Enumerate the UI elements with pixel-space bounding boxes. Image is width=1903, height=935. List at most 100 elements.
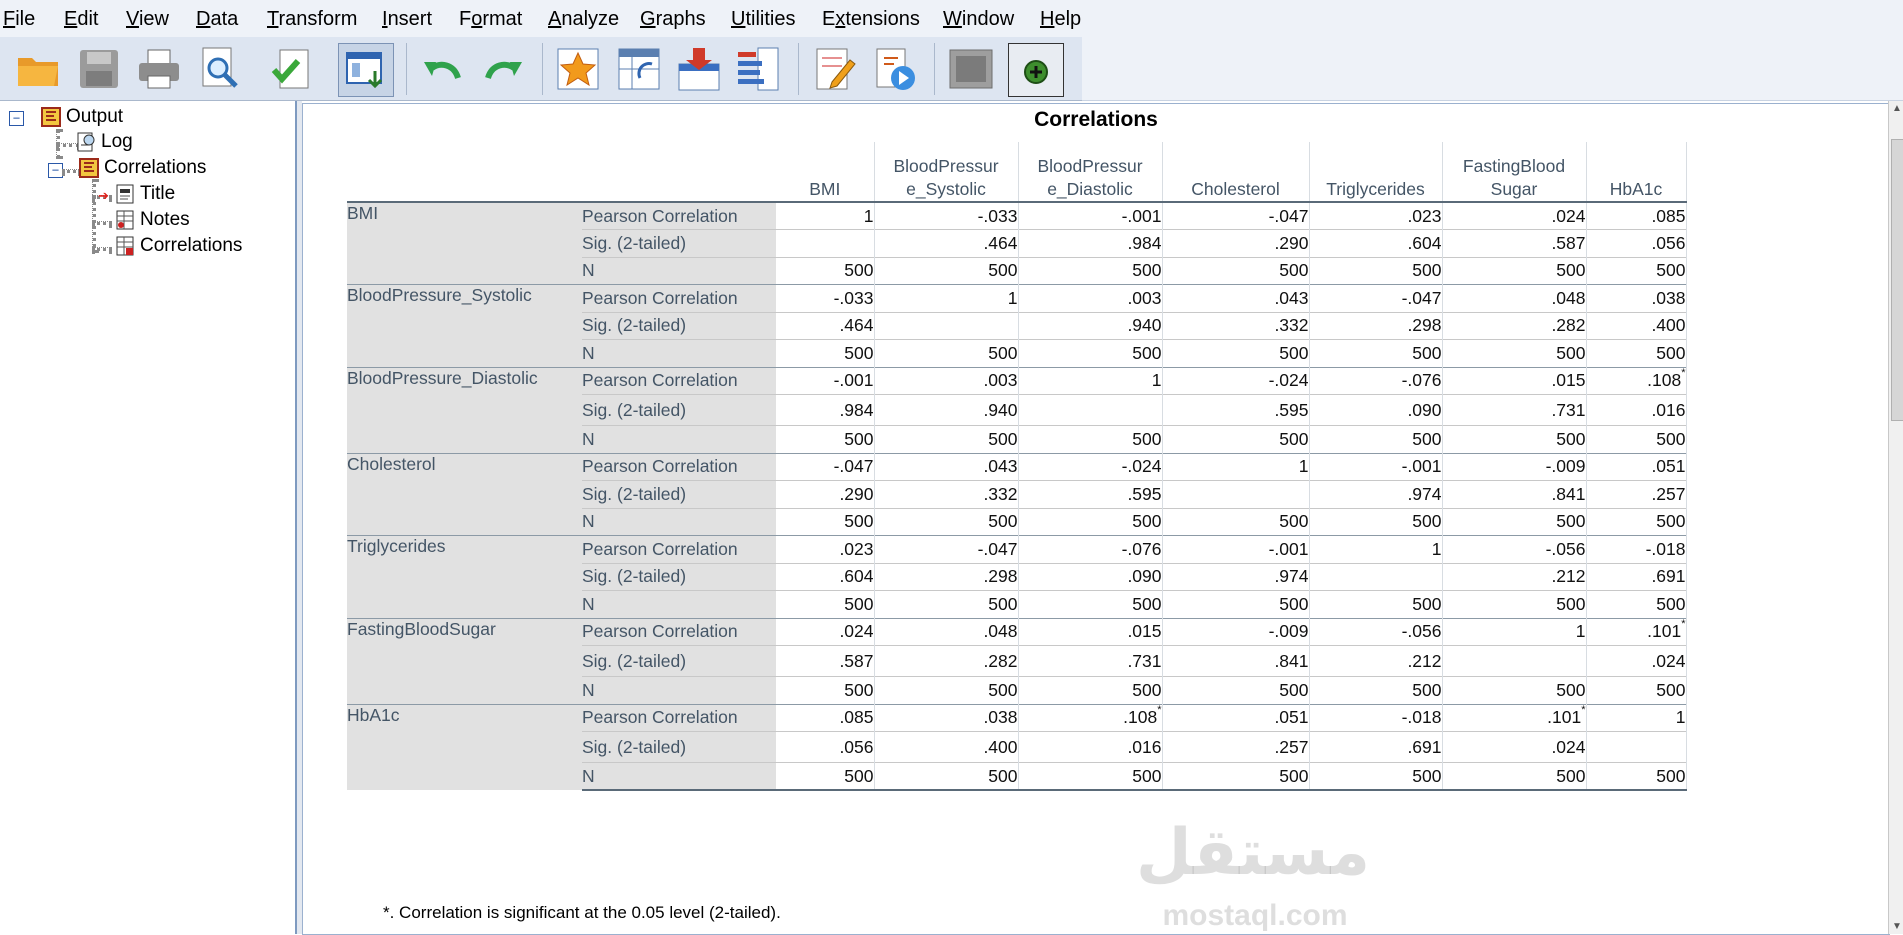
row-statistic-label[interactable]: Sig. (2-tailed): [582, 731, 776, 763]
table-cell[interactable]: 500: [1162, 676, 1310, 704]
table-cell[interactable]: 500: [874, 339, 1019, 367]
tree-node-notes[interactable]: Notes: [114, 209, 190, 231]
table-cell[interactable]: .587: [1442, 229, 1587, 257]
table-cell[interactable]: .056: [776, 731, 875, 763]
table-cell[interactable]: .691: [1309, 731, 1443, 763]
row-statistic-label[interactable]: N: [582, 256, 776, 285]
table-cell[interactable]: 500: [1162, 762, 1310, 791]
scroll-up-arrow-icon[interactable]: ▲: [1892, 103, 1902, 114]
collapse-correlations-toggle[interactable]: −: [48, 163, 63, 178]
table-cell[interactable]: 500: [776, 590, 875, 618]
undo-icon[interactable]: [416, 43, 470, 95]
row-statistic-label[interactable]: N: [582, 507, 776, 536]
menu-format[interactable]: Format: [459, 8, 522, 31]
run-script-icon[interactable]: [868, 43, 922, 95]
select-cases-icon[interactable]: [732, 43, 786, 95]
table-cell[interactable]: 500: [776, 507, 875, 536]
table-cell[interactable]: 500: [874, 507, 1019, 536]
print-icon[interactable]: [132, 43, 186, 95]
table-cell[interactable]: .048: [1442, 284, 1587, 312]
table-cell[interactable]: .257: [1162, 731, 1310, 763]
output-content-pane[interactable]: Correlations BMI BloodPressur e_Systolic Bl…: [302, 103, 1890, 935]
table-cell[interactable]: .974: [1162, 562, 1310, 591]
table-cell[interactable]: 1: [874, 284, 1019, 312]
menu-transform[interactable]: Transform: [267, 8, 357, 31]
row-variable-label[interactable]: Triglycerides: [347, 535, 582, 618]
table-cell[interactable]: .587: [776, 645, 875, 677]
table-cell[interactable]: .024: [1586, 645, 1687, 677]
export-icon[interactable]: [266, 43, 320, 95]
table-cell[interactable]: .298: [1309, 311, 1443, 340]
table-cell[interactable]: .984: [776, 394, 875, 426]
menu-utilities[interactable]: Utilities: [731, 8, 795, 31]
table-cell[interactable]: .090: [1018, 562, 1163, 591]
table-cell[interactable]: .595: [1162, 394, 1310, 426]
table-cell[interactable]: -.047: [1162, 201, 1310, 230]
table-cell[interactable]: .023: [1309, 201, 1443, 230]
table-cell[interactable]: .016: [1018, 731, 1163, 763]
menu-file[interactable]: File: [3, 8, 35, 31]
go-to-data-icon[interactable]: [551, 43, 605, 95]
table-cell[interactable]: .282: [874, 645, 1019, 677]
vertical-scrollbar[interactable]: ▲ ▼: [1888, 101, 1903, 934]
table-cell[interactable]: 500: [1586, 339, 1687, 367]
table-cell[interactable]: -.076: [1018, 535, 1163, 563]
table-cell[interactable]: [874, 311, 1019, 340]
save-icon[interactable]: [72, 43, 126, 95]
table-cell[interactable]: 500: [1018, 425, 1163, 453]
table-cell[interactable]: 500: [1586, 507, 1687, 536]
table-cell[interactable]: .841: [1442, 480, 1587, 508]
table-cell[interactable]: .298: [874, 562, 1019, 591]
table-cell[interactable]: 500: [1586, 590, 1687, 618]
row-statistic-label[interactable]: Pearson Correlation: [582, 201, 776, 230]
table-cell[interactable]: .464: [874, 229, 1019, 257]
table-cell[interactable]: 500: [776, 676, 875, 704]
table-cell[interactable]: .731: [1018, 645, 1163, 677]
menu-extensions[interactable]: Extensions: [822, 8, 920, 31]
table-cell[interactable]: 500: [1586, 425, 1687, 453]
table-cell[interactable]: .056: [1586, 229, 1687, 257]
table-cell[interactable]: [1309, 562, 1443, 591]
row-statistic-label[interactable]: Pearson Correlation: [582, 617, 776, 646]
table-cell[interactable]: 500: [874, 256, 1019, 285]
tree-node-log[interactable]: Log: [75, 131, 133, 153]
table-cell[interactable]: .038: [1586, 284, 1687, 312]
table-cell[interactable]: .731: [1442, 394, 1587, 426]
table-cell[interactable]: 500: [1309, 676, 1443, 704]
table-cell[interactable]: .101*: [1586, 617, 1687, 646]
column-header[interactable]: BloodPressur e_Systolic: [874, 142, 1019, 203]
table-cell[interactable]: 500: [1162, 507, 1310, 536]
table-cell[interactable]: .290: [1162, 229, 1310, 257]
menu-view[interactable]: View: [126, 8, 169, 31]
table-cell[interactable]: .038: [874, 703, 1019, 732]
row-variable-label[interactable]: BloodPressure_Diastolic: [347, 366, 582, 453]
row-variable-label[interactable]: Cholesterol: [347, 452, 582, 536]
menu-data[interactable]: Data: [196, 8, 238, 31]
menu-analyze[interactable]: Analyze: [548, 8, 619, 31]
correlations-pivot-table[interactable]: BMI BloodPressur e_Systolic BloodPressur e_D…: [347, 142, 1687, 791]
table-cell[interactable]: -.001: [776, 366, 875, 395]
menu-window[interactable]: Window: [943, 8, 1014, 31]
table-cell[interactable]: .085: [1586, 201, 1687, 230]
table-cell[interactable]: .984: [1018, 229, 1163, 257]
table-cell[interactable]: 500: [1309, 507, 1443, 536]
table-cell[interactable]: .003: [1018, 284, 1163, 312]
table-cell[interactable]: 500: [1442, 590, 1587, 618]
table-cell[interactable]: .257: [1586, 480, 1687, 508]
table-cell[interactable]: .048: [874, 617, 1019, 646]
table-cell[interactable]: 500: [1018, 507, 1163, 536]
table-cell[interactable]: -.024: [1018, 452, 1163, 481]
table-cell[interactable]: .332: [874, 480, 1019, 508]
table-cell[interactable]: .464: [776, 311, 875, 340]
table-cell[interactable]: -.047: [874, 535, 1019, 563]
table-cell[interactable]: 500: [1162, 590, 1310, 618]
show-hide-icon[interactable]: [944, 43, 998, 95]
variables-icon[interactable]: [672, 43, 726, 95]
table-cell[interactable]: -.024: [1162, 366, 1310, 395]
row-statistic-label[interactable]: N: [582, 590, 776, 618]
table-cell[interactable]: -.018: [1586, 535, 1687, 563]
table-cell[interactable]: .003: [874, 366, 1019, 395]
table-cell[interactable]: -.047: [776, 452, 875, 481]
table-cell[interactable]: .332: [1162, 311, 1310, 340]
print-preview-icon[interactable]: [192, 43, 246, 95]
